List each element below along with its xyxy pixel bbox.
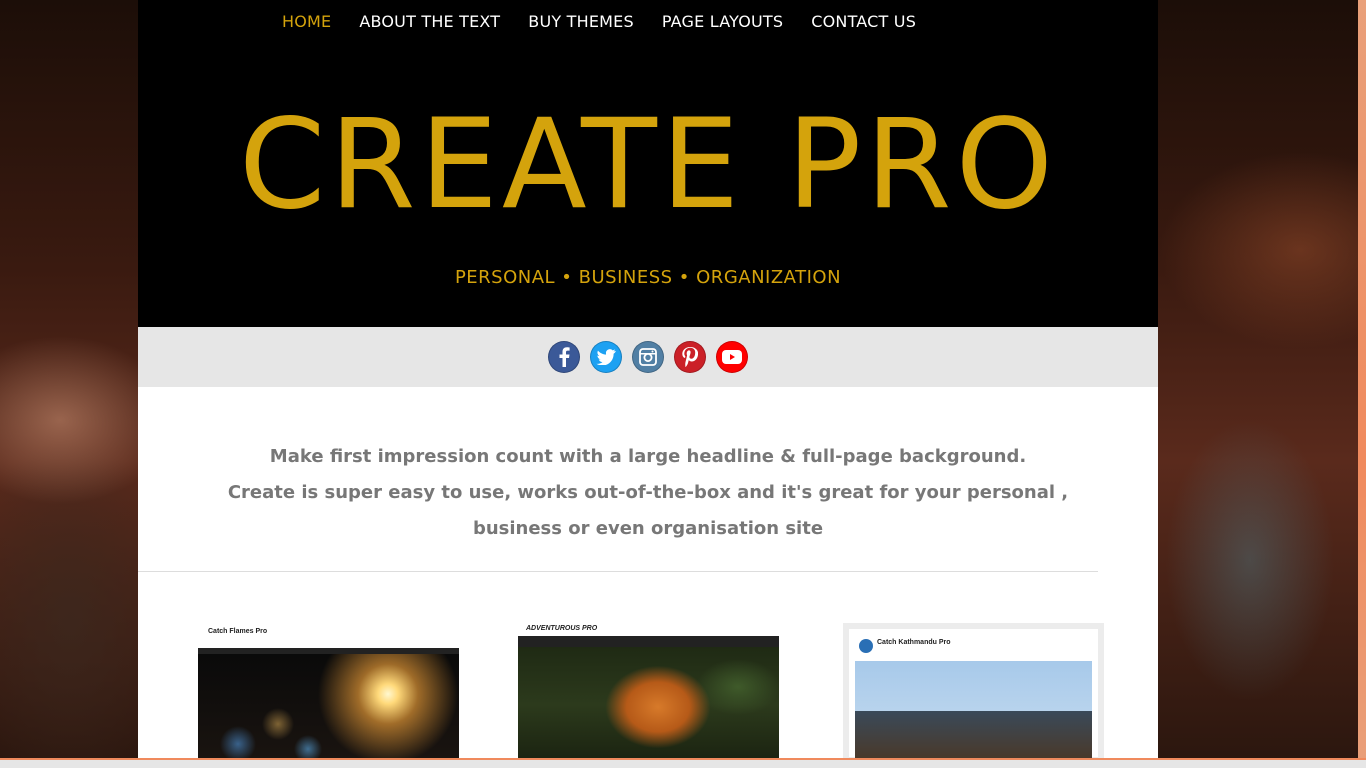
thumbnail-frame: Catch Kathmandu Pro [849,629,1098,761]
nav-item-contact-us[interactable]: CONTACT US [811,12,916,31]
main-navigation: HOME ABOUT THE TEXT BUY THEMES PAGE LAYO… [282,12,916,31]
thumbnail-header: ADVENTUROUS PRO [518,623,779,636]
site-tagline: PERSONAL • BUSINESS • ORGANIZATION [454,267,842,288]
pinterest-icon[interactable] [674,341,706,373]
theme-thumbnail-catch-flames-pro[interactable]: Catch Flames Pro [198,623,459,763]
thumbnail-title: ADVENTUROUS PRO [526,625,598,632]
intro-line-1: Make first impression count with a large… [269,446,1027,467]
instagram-icon[interactable] [632,341,664,373]
theme-gallery: Catch Flames Pro ADVENTUROUS PRO Catch K… [138,572,1158,768]
facebook-icon[interactable] [548,341,580,373]
nav-item-about-the-text[interactable]: ABOUT THE TEXT [359,12,500,31]
nav-item-page-layouts[interactable]: PAGE LAYOUTS [662,12,783,31]
theme-thumbnail-adventurous-pro[interactable]: ADVENTUROUS PRO [518,623,779,763]
social-links-bar [138,327,1158,387]
page-edge-accent [1358,0,1366,768]
twitter-icon[interactable] [590,341,622,373]
thumbnail-nav [518,636,779,647]
youtube-icon[interactable] [716,341,748,373]
theme-thumbnail-catch-kathmandu-pro[interactable]: Catch Kathmandu Pro [843,623,1104,763]
nav-item-home[interactable]: HOME [282,12,331,31]
page-container: HOME ABOUT THE TEXT BUY THEMES PAGE LAYO… [138,0,1158,768]
theme-logo-icon [859,639,873,653]
thumbnail-title: Catch Kathmandu Pro [877,639,951,646]
nav-item-buy-themes[interactable]: BUY THEMES [528,12,634,31]
site-title[interactable]: CREATE PRO [138,95,1158,235]
tiger-image [518,647,779,763]
thumbnail-header: Catch Kathmandu Pro [849,629,1098,661]
intro-line-2: Create is super easy to use, works out-o… [227,482,1069,503]
sparkler-image [198,654,459,763]
bottom-scroll-bar [0,758,1366,768]
intro-text: Make first impression count with a large… [138,387,1158,547]
intro-line-3: business or even organisation site [472,518,824,539]
thumbnail-title: Catch Flames Pro [208,628,268,635]
temple-image [855,661,1092,761]
thumbnail-header: Catch Flames Pro [198,623,459,648]
site-header: HOME ABOUT THE TEXT BUY THEMES PAGE LAYO… [138,0,1158,327]
